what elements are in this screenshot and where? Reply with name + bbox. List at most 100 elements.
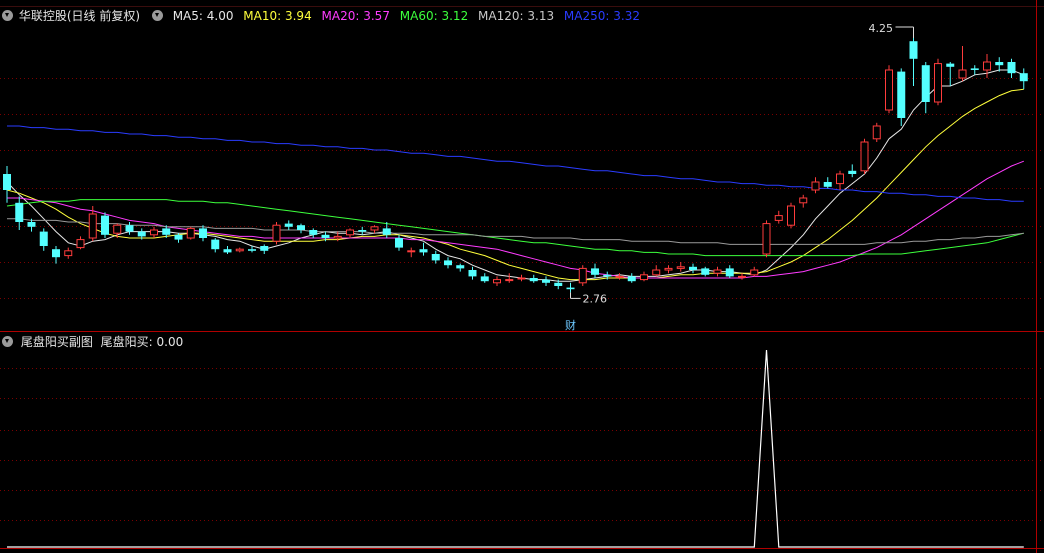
chevron-down-icon[interactable] — [2, 10, 13, 21]
candle — [297, 223, 305, 234]
candle-body — [382, 228, 391, 235]
candle-body — [468, 270, 477, 277]
candle — [836, 170, 844, 190]
candle-body — [934, 63, 942, 103]
candle-body — [321, 234, 330, 238]
candle — [150, 226, 158, 238]
candle-body — [223, 249, 232, 253]
candle — [309, 228, 318, 238]
chevron-down-icon[interactable] — [2, 336, 13, 347]
candle — [235, 247, 244, 253]
candle-body — [456, 265, 465, 269]
candle-body — [725, 268, 734, 277]
ma5-label: MA5: 4.00 — [172, 9, 234, 23]
candle-body — [517, 277, 526, 280]
candle-body — [566, 287, 575, 290]
candle — [431, 250, 440, 264]
candle-body — [738, 275, 746, 278]
candle — [578, 265, 587, 286]
candle — [823, 177, 832, 189]
candle-body — [787, 205, 795, 226]
candle — [921, 62, 930, 114]
candle-body — [603, 274, 612, 277]
candle-body — [27, 222, 36, 227]
candle — [1007, 58, 1016, 78]
candle — [480, 273, 489, 283]
candle-body — [848, 170, 857, 174]
candle — [676, 262, 685, 272]
candle-body — [627, 276, 636, 282]
main-chart-header: 华联控股(日线 前复权) MA5: 4.00 MA10: 3.94 MA20: … — [2, 7, 646, 25]
candle — [689, 263, 697, 274]
candle-body — [946, 63, 955, 67]
candle — [591, 263, 599, 278]
candle — [39, 228, 48, 251]
candle-body — [909, 41, 918, 59]
candle-body — [921, 65, 930, 102]
candle — [260, 244, 269, 254]
candle — [223, 246, 232, 254]
candle — [762, 220, 771, 258]
candle-body — [652, 269, 661, 276]
ma10-label: MA10: 3.94 — [243, 9, 312, 23]
candle — [284, 220, 293, 230]
candle — [346, 228, 354, 238]
candle — [419, 242, 428, 256]
candle — [701, 266, 710, 277]
candle — [272, 222, 281, 245]
candle-body — [615, 275, 624, 278]
candle-body — [970, 68, 979, 70]
kline-chart: 4.25 2.76 财 — [0, 0, 1044, 553]
candle-body — [872, 125, 881, 140]
candle-body — [76, 239, 85, 249]
candle-body — [15, 202, 24, 222]
candle — [542, 276, 550, 286]
candle-body — [762, 223, 771, 255]
candle-body — [823, 182, 832, 187]
candle-body — [774, 215, 783, 221]
candle — [517, 274, 526, 282]
candle-body — [370, 226, 379, 231]
candle-body — [3, 174, 11, 190]
candle — [811, 177, 820, 194]
candle — [395, 234, 403, 251]
candle-body — [664, 267, 673, 271]
candle — [787, 202, 795, 229]
ma-line-ma10 — [6, 88, 1024, 281]
candle — [101, 212, 109, 238]
candle — [983, 54, 991, 78]
candle-body — [186, 227, 195, 239]
candle-body — [235, 248, 244, 252]
candle-body — [480, 276, 489, 282]
candle-body — [125, 225, 134, 232]
candle-body — [260, 246, 269, 251]
candle-body — [211, 239, 220, 250]
ma120-label: MA120: 3.13 — [478, 9, 555, 23]
candle-body — [358, 230, 367, 232]
candle-body — [958, 69, 967, 79]
candle — [64, 247, 73, 259]
candle-body — [333, 235, 342, 239]
candle — [725, 265, 734, 278]
indicator-header: 尾盘阳买副图 尾盘阳买: 0.00 — [2, 333, 189, 351]
candle-body — [799, 197, 808, 204]
candle — [186, 226, 195, 240]
candle-body — [284, 223, 293, 227]
candle — [640, 271, 648, 282]
candle-body — [897, 71, 906, 118]
candle-body — [995, 62, 1004, 66]
candle — [505, 273, 514, 283]
candle — [529, 274, 538, 283]
candle-body — [297, 225, 305, 230]
candle-body — [444, 260, 452, 266]
ma-line-ma20 — [7, 160, 1024, 279]
candle — [799, 194, 808, 208]
indicator-value: 尾盘阳买: 0.00 — [100, 335, 184, 349]
candle — [407, 247, 416, 258]
finance-marker: 财 — [565, 318, 576, 332]
candle — [885, 65, 893, 114]
candle-body — [811, 181, 820, 191]
candle-body — [395, 238, 403, 248]
candle-body — [199, 228, 207, 238]
ma-settings-icon[interactable] — [151, 10, 163, 21]
